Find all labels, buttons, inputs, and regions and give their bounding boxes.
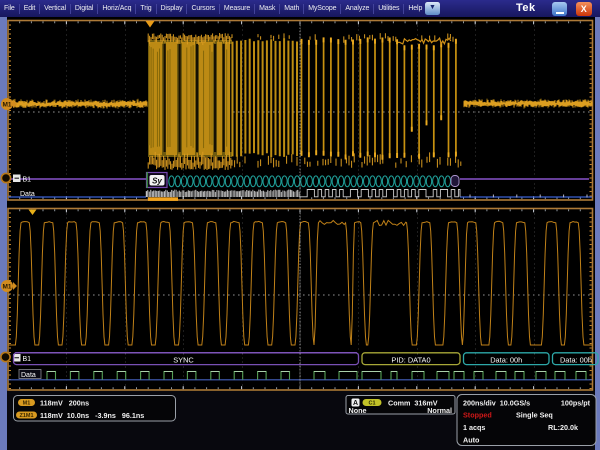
svg-text:200ns/div 10.0GS/s: 200ns/div 10.0GS/s	[463, 399, 530, 408]
svg-text:M1: M1	[23, 401, 31, 407]
svg-text:RL:20.0k: RL:20.0k	[548, 423, 578, 432]
svg-text:Z1M1: Z1M1	[19, 413, 33, 419]
svg-text:Data: 00h: Data: 00h	[490, 356, 522, 365]
svg-text:None: None	[349, 406, 367, 415]
svg-text:C1: C1	[368, 401, 375, 407]
svg-text:118mV 10.0ns -3.9ns 96.1n: 118mV 10.0ns -3.9ns 96.1ns	[40, 411, 144, 420]
svg-text:Data: 00h: Data: 00h	[560, 356, 592, 365]
svg-text:Single Seq: Single Seq	[516, 411, 553, 420]
svg-text:100ps/pt: 100ps/pt	[561, 399, 591, 408]
svg-text:M1: M1	[2, 102, 11, 109]
svg-text:1 acqs: 1 acqs	[463, 423, 485, 432]
svg-text:PID: DATA0: PID: DATA0	[391, 356, 430, 365]
svg-text:M1: M1	[2, 284, 11, 291]
svg-text:B1: B1	[23, 356, 32, 363]
svg-text:Data: Data	[21, 372, 36, 379]
svg-text:Sy: Sy	[152, 177, 162, 186]
svg-text:Normal: Normal	[427, 406, 452, 415]
svg-text:Auto: Auto	[463, 436, 480, 445]
svg-text:Stopped: Stopped	[463, 411, 492, 420]
svg-text:118mV 200ns: 118mV 200ns	[40, 399, 89, 408]
svg-text:SYNC: SYNC	[173, 356, 194, 365]
svg-text:B1: B1	[23, 177, 32, 184]
